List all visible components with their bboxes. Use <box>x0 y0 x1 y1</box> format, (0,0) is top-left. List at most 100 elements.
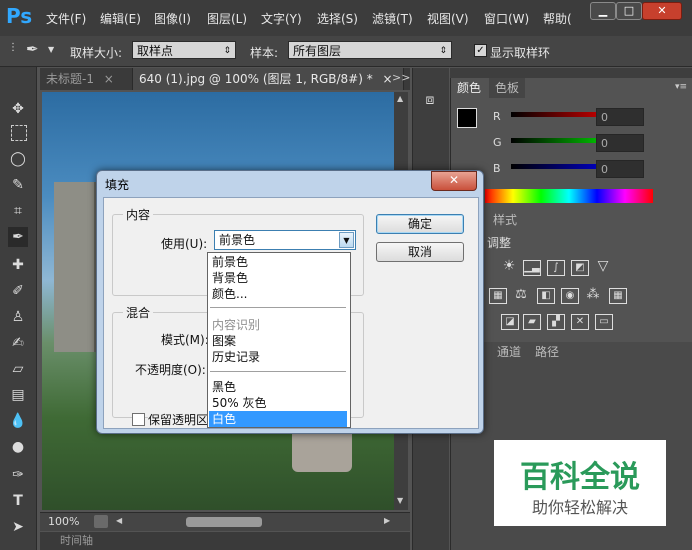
path-select-tool-icon[interactable]: ➤ <box>8 517 28 537</box>
brush-tool-icon[interactable]: ✐ <box>8 281 28 301</box>
menu-image[interactable]: 图像(I) <box>154 10 191 27</box>
option-pattern[interactable]: 图案 <box>209 333 347 349</box>
scroll-left-icon[interactable]: ◀ <box>116 516 122 525</box>
eraser-tool-icon[interactable]: ▱ <box>8 359 28 379</box>
menu-edit[interactable]: 编辑(E) <box>100 10 141 27</box>
menu-filter[interactable]: 滤镜(T) <box>372 10 413 27</box>
dodge-tool-icon[interactable]: ● <box>8 437 28 457</box>
use-select[interactable]: 前景色 ▼ <box>214 230 356 250</box>
menu-help[interactable]: 帮助( <box>543 10 572 27</box>
status-info-icon[interactable] <box>94 515 108 528</box>
selective-color-icon[interactable]: ✕ <box>571 314 589 330</box>
tab-swatches[interactable]: 色板 <box>489 78 526 98</box>
eyedropper-icon[interactable]: ✒ <box>26 40 46 60</box>
color-balance-icon[interactable]: ⚖ <box>513 288 529 302</box>
scroll-up-icon[interactable]: ▲ <box>397 94 403 103</box>
chevron-down-icon[interactable]: ▼ <box>339 232 354 248</box>
move-tool-icon[interactable]: ✥ <box>8 99 28 119</box>
tab-channels[interactable]: 通道 <box>491 342 527 362</box>
3d-icon[interactable]: ⧈ <box>421 92 439 110</box>
tab-paths[interactable]: 路径 <box>529 342 565 362</box>
tab-styles[interactable]: 样式 <box>487 210 523 230</box>
green-value[interactable]: 0 <box>596 134 644 152</box>
curves-icon[interactable]: ∫ <box>547 260 565 276</box>
option-white[interactable]: 白色 <box>209 411 347 427</box>
blue-label: B <box>493 162 501 175</box>
eyedropper-tool-icon[interactable]: ✒ <box>8 227 28 247</box>
watermark-subtitle: 助你轻松解决 <box>531 498 628 517</box>
timeline-panel[interactable]: 时间轴 <box>40 532 410 550</box>
window-close-button[interactable]: ✕ <box>642 2 682 20</box>
use-value: 前景色 <box>219 233 256 247</box>
separator <box>210 307 346 308</box>
option-color[interactable]: 颜色... <box>209 286 347 302</box>
dialog-close-button[interactable]: ✕ <box>431 171 477 191</box>
adjustments-panel: 样式 调整 ☀ ▁▃ ∫ ◩ ▽ ▦ ⚖ ◧ ◉ ⁂ ▦ ◪ ▰ ▞ ✕ ▭ <box>450 210 692 340</box>
red-label: R <box>493 110 501 123</box>
brightness-icon[interactable]: ☀ <box>501 259 517 274</box>
sample-size-select[interactable]: 取样点 ⇕ <box>132 41 236 59</box>
channel-mixer-icon[interactable]: ⁂ <box>585 288 601 302</box>
blue-value[interactable]: 0 <box>596 160 644 178</box>
preserve-transparency-checkbox[interactable] <box>132 413 145 426</box>
history-brush-tool-icon[interactable]: ✍ <box>8 333 28 353</box>
tab-color[interactable]: 颜色 <box>451 78 488 98</box>
clone-stamp-tool-icon[interactable]: ♙ <box>8 307 28 327</box>
zoom-level[interactable]: 100% <box>48 515 79 528</box>
photo-filter-icon[interactable]: ◉ <box>561 288 579 304</box>
menu-select[interactable]: 选择(S) <box>317 10 358 27</box>
grip-icon: ⋮ <box>8 42 18 53</box>
quick-select-tool-icon[interactable]: ✎ <box>8 175 28 195</box>
sample-label: 样本: <box>250 46 279 60</box>
color-lookup-icon[interactable]: ▦ <box>609 288 627 304</box>
menu-view[interactable]: 视图(V) <box>427 10 469 27</box>
gradient-tool-icon[interactable]: ▤ <box>8 385 28 405</box>
gradient-map-icon[interactable]: ▭ <box>595 314 613 330</box>
restore-button[interactable]: □ <box>616 2 642 20</box>
blur-tool-icon[interactable]: 💧 <box>8 411 28 431</box>
marquee-tool-icon[interactable] <box>11 125 27 141</box>
red-value[interactable]: 0 <box>596 108 644 126</box>
scroll-down-icon[interactable]: ▼ <box>397 496 403 505</box>
menu-layer[interactable]: 图层(L) <box>207 10 247 27</box>
levels-icon[interactable]: ▁▃ <box>523 260 541 276</box>
scroll-right-icon[interactable]: ▶ <box>384 516 390 525</box>
hue-saturation-icon[interactable]: ▦ <box>489 288 507 304</box>
posterize-icon[interactable]: ▰ <box>523 314 541 330</box>
sample-select[interactable]: 所有图层 ⇕ <box>288 41 452 59</box>
tabs-overflow-icon[interactable]: >> <box>392 71 410 84</box>
black-white-icon[interactable]: ◧ <box>537 288 555 304</box>
lasso-tool-icon[interactable]: ◯ <box>8 149 28 169</box>
foreground-color-swatch[interactable] <box>457 108 477 128</box>
color-panel: 颜色 色板 ▾≡ R 0 G 0 B 0 <box>450 78 692 208</box>
crop-tool-icon[interactable]: ⌗ <box>8 201 28 221</box>
tab-untitled[interactable]: 未标题-1 × <box>40 68 130 90</box>
option-history[interactable]: 历史记录 <box>209 349 347 365</box>
exposure-icon[interactable]: ◩ <box>571 260 589 276</box>
status-bar: 100% ◀ ▶ <box>40 512 410 531</box>
horizontal-scroll-thumb[interactable] <box>186 517 262 527</box>
vibrance-icon[interactable]: ▽ <box>595 259 611 274</box>
tab-close-icon[interactable]: × <box>104 72 114 86</box>
adjustments-label: 调整 <box>487 236 512 250</box>
menu-window[interactable]: 窗口(W) <box>484 10 529 27</box>
cancel-button[interactable]: 取消 <box>376 242 464 262</box>
show-ring-checkbox[interactable]: ✓ <box>474 44 487 57</box>
minimize-button[interactable]: ▁ <box>590 2 616 20</box>
menu-file[interactable]: 文件(F) <box>46 10 86 27</box>
color-spectrum-bar[interactable] <box>485 189 653 203</box>
panel-menu-icon[interactable]: ▾≡ <box>675 82 687 92</box>
healing-brush-tool-icon[interactable]: ✚ <box>8 255 28 275</box>
type-tool-icon[interactable]: T <box>8 491 28 511</box>
option-black[interactable]: 黑色 <box>209 379 347 395</box>
ok-button[interactable]: 确定 <box>376 214 464 234</box>
threshold-icon[interactable]: ▞ <box>547 314 565 330</box>
option-gray[interactable]: 50% 灰色 <box>209 395 347 411</box>
tool-preset-chevron-icon[interactable]: ▼ <box>48 45 54 54</box>
option-foreground[interactable]: 前景色 <box>209 254 347 270</box>
invert-icon[interactable]: ◪ <box>501 314 519 330</box>
tab-active-document[interactable]: 640 (1).jpg @ 100% (图层 1, RGB/8#) * × <box>132 68 404 90</box>
option-background[interactable]: 背景色 <box>209 270 347 286</box>
pen-tool-icon[interactable]: ✑ <box>8 465 28 485</box>
menu-type[interactable]: 文字(Y) <box>261 10 302 27</box>
